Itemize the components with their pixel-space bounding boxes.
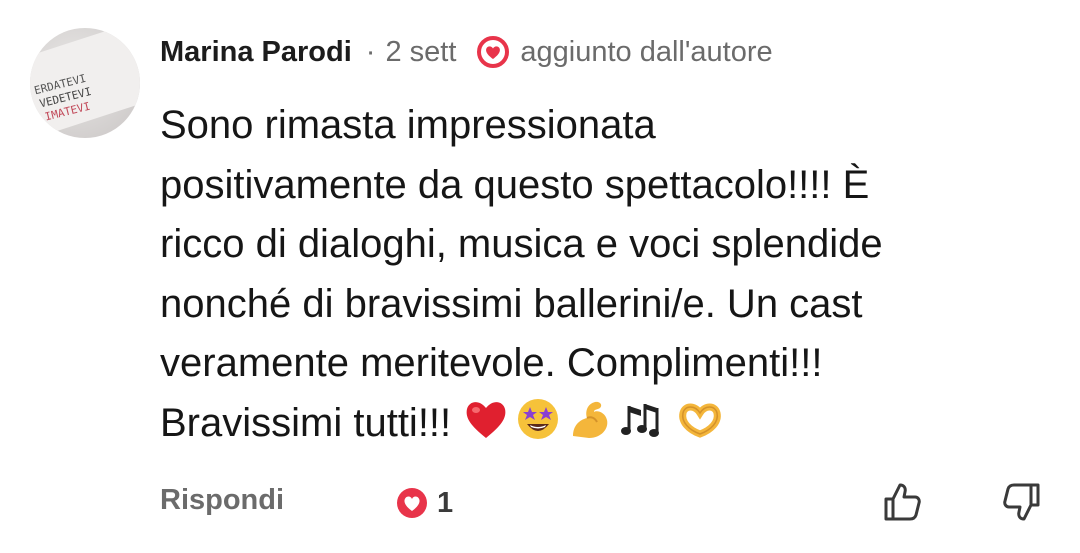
author-heart-icon [476,35,510,69]
heart-reaction-icon [397,488,427,518]
comment-header: Marina Parodi · 2 sett aggiunto dall'aut… [160,30,773,74]
flexed-biceps-icon [573,401,608,438]
comment-text: Sono rimasta impressionata positivamente… [160,103,883,445]
comment-body: Sono rimasta impressionata positivamente… [160,96,1060,453]
comment-time: 2 sett [385,35,457,68]
comment-avatar[interactable]: ERDATEVI VEDETEVI IMATEVI [30,28,140,138]
thumbs-down-icon [1003,483,1040,521]
comment-actions: Rispondi 1 [160,480,1060,524]
red-heart-icon [466,401,506,438]
reply-button[interactable]: Rispondi [160,484,284,517]
like-button[interactable] [880,480,924,524]
avatar-image: ERDATEVI VEDETEVI IMATEVI [30,28,140,138]
meta-separator: · [365,35,376,68]
star-struck-icon [518,398,559,439]
heart-hands-icon [679,403,721,438]
author-name[interactable]: Marina Parodi [160,36,352,69]
reaction-count[interactable]: 1 [395,486,453,520]
author-liked-label: aggiunto dall'autore [520,35,773,68]
thumbs-up-icon [884,483,921,521]
emoji-group [463,396,725,442]
dislike-button[interactable] [1000,480,1044,524]
musical-notes-icon [621,403,660,437]
like-count: 1 [437,486,454,519]
